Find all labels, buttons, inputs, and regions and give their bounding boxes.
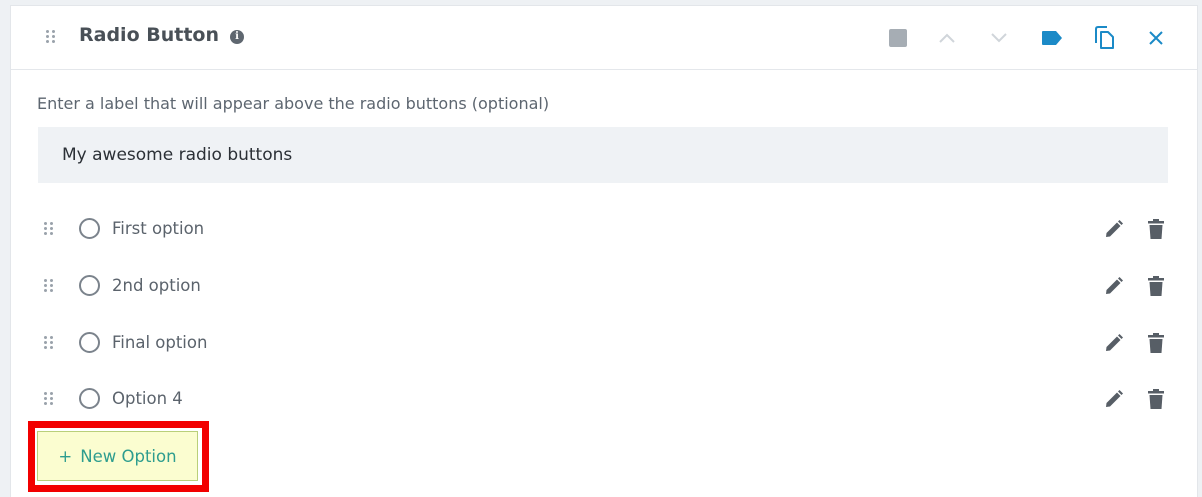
option-row: Option 4 <box>11 379 1197 419</box>
close-icon[interactable] <box>1144 26 1168 50</box>
drag-handle-icon[interactable] <box>44 221 54 237</box>
trash-icon[interactable] <box>1144 217 1168 241</box>
trash-icon[interactable] <box>1144 387 1168 411</box>
option-row: Final option <box>11 323 1197 363</box>
label-prompt: Enter a label that will appear above the… <box>37 94 550 113</box>
square-icon[interactable] <box>886 26 910 50</box>
drag-handle-icon[interactable] <box>44 335 54 351</box>
copy-icon[interactable] <box>1092 26 1116 50</box>
trash-icon[interactable] <box>1144 331 1168 355</box>
new-option-button[interactable]: + New Option <box>37 431 198 481</box>
drag-handle-icon[interactable] <box>46 29 56 45</box>
plus-icon: + <box>58 446 73 466</box>
chevron-down-icon[interactable] <box>987 26 1011 50</box>
info-icon[interactable]: i <box>230 30 244 44</box>
drag-handle-icon[interactable] <box>44 278 54 294</box>
pencil-icon[interactable] <box>1102 274 1126 298</box>
option-label: 2nd option <box>112 276 201 295</box>
new-option-label: New Option <box>80 446 177 466</box>
option-label: Option 4 <box>112 389 183 408</box>
trash-icon[interactable] <box>1144 274 1168 298</box>
tag-icon[interactable] <box>1040 26 1064 50</box>
radio-circle[interactable] <box>79 275 100 296</box>
chevron-up-icon[interactable] <box>935 26 959 50</box>
card-title: Radio Button <box>79 24 219 46</box>
drag-handle-icon[interactable] <box>44 391 54 407</box>
option-label: Final option <box>112 333 208 352</box>
card-header: Radio Button i <box>11 6 1197 70</box>
pencil-icon[interactable] <box>1102 217 1126 241</box>
option-row: 2nd option <box>11 266 1197 306</box>
label-input[interactable] <box>38 127 1168 183</box>
radio-circle[interactable] <box>79 218 100 239</box>
radio-circle[interactable] <box>79 388 100 409</box>
pencil-icon[interactable] <box>1102 387 1126 411</box>
option-row: First option <box>11 209 1197 249</box>
option-label: First option <box>112 219 205 238</box>
pencil-icon[interactable] <box>1102 331 1126 355</box>
radio-circle[interactable] <box>79 332 100 353</box>
